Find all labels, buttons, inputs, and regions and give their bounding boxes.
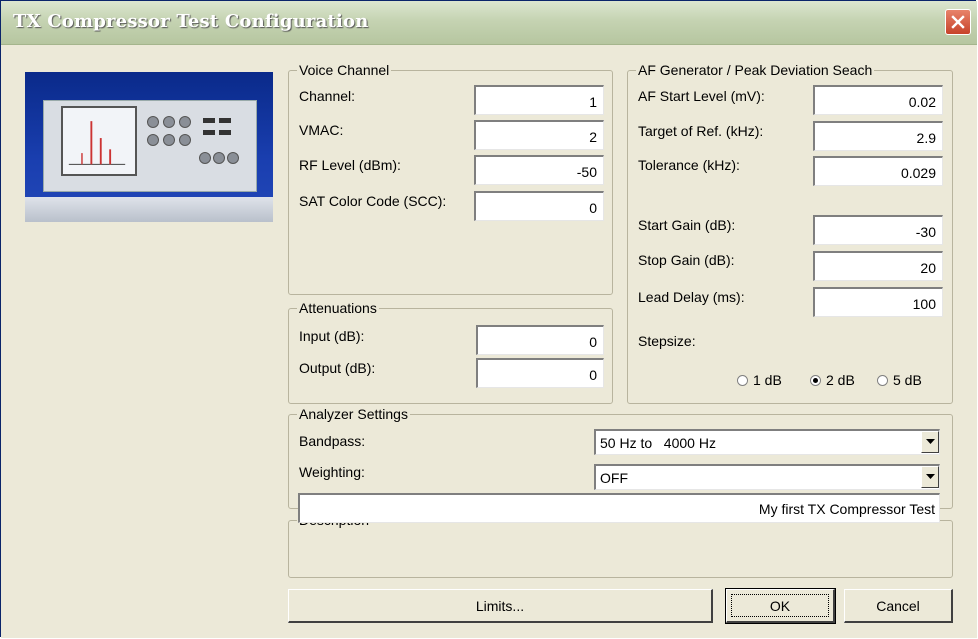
sat-color-code-field[interactable]: 0	[474, 191, 604, 221]
af-generator-legend: AF Generator / Peak Deviation Seach	[638, 62, 873, 78]
lead-delay-field[interactable]: 100	[813, 287, 943, 317]
sat-color-code-label: SAT Color Code (SCC):	[299, 193, 447, 209]
rf-level-label: RF Level (dBm):	[299, 157, 401, 173]
weighting-label: Weighting:	[299, 464, 365, 480]
bandpass-value: 50 Hz to 4000 Hz	[600, 435, 716, 451]
weighting-value: OFF	[600, 470, 628, 486]
radio-checked-icon	[810, 374, 821, 386]
weighting-dropdown-button[interactable]	[921, 466, 939, 488]
instrument-image	[25, 72, 273, 222]
stepsize-label: Stepsize:	[638, 333, 696, 349]
chevron-down-icon	[925, 439, 935, 444]
stepsize-5db-radio[interactable]: 5 dB	[877, 372, 922, 388]
dialog-body: Voice Channel Channel: 1 VMAC: 2 RF Leve…	[1, 45, 977, 638]
radio-unchecked-icon	[737, 374, 748, 386]
stop-gain-field[interactable]: 20	[813, 251, 943, 281]
description-field[interactable]: My first TX Compressor Test	[298, 493, 940, 523]
instrument-stand	[25, 197, 273, 222]
lead-delay-label: Lead Delay (ms):	[638, 289, 745, 305]
bandpass-dropdown-button[interactable]	[921, 431, 939, 453]
stop-gain-label: Stop Gain (dB):	[638, 252, 735, 268]
output-attenuation-label: Output (dB):	[299, 360, 376, 376]
input-attenuation-label: Input (dB):	[299, 328, 365, 344]
channel-field[interactable]: 1	[474, 85, 604, 115]
chevron-down-icon	[925, 474, 935, 479]
vmac-label: VMAC:	[299, 122, 344, 138]
rf-level-field[interactable]: -50	[474, 155, 604, 185]
voice-channel-legend: Voice Channel	[299, 62, 390, 78]
target-of-ref-label: Target of Ref. (kHz):	[638, 123, 764, 139]
radio-unchecked-icon	[877, 374, 888, 386]
focus-rectangle	[731, 594, 829, 617]
limits-button[interactable]: Limits...	[288, 589, 713, 623]
channel-label: Channel:	[299, 88, 356, 104]
dialog-window: TX Compressor Test Configuration Voice C…	[0, 0, 977, 638]
cancel-button[interactable]: Cancel	[844, 589, 953, 623]
weighting-select[interactable]: OFF	[594, 464, 940, 490]
stepsize-1db-radio[interactable]: 1 dB	[737, 372, 782, 388]
start-gain-label: Start Gain (dB):	[638, 217, 736, 233]
stepsize-2db-label: 2 dB	[826, 372, 855, 388]
close-icon	[951, 15, 965, 29]
stepsize-5db-label: 5 dB	[893, 372, 922, 388]
output-attenuation-field[interactable]: 0	[476, 358, 604, 388]
instrument-screen	[61, 106, 137, 176]
vmac-field[interactable]: 2	[474, 120, 604, 150]
bandpass-label: Bandpass:	[299, 433, 366, 449]
ok-button[interactable]: OK	[725, 588, 836, 624]
bandpass-select[interactable]: 50 Hz to 4000 Hz	[594, 429, 940, 455]
title-bar[interactable]: TX Compressor Test Configuration	[1, 1, 977, 45]
stepsize-1db-label: 1 dB	[753, 372, 782, 388]
start-gain-field[interactable]: -30	[813, 215, 943, 245]
analyzer-settings-legend: Analyzer Settings	[299, 406, 408, 422]
af-start-level-field[interactable]: 0.02	[813, 85, 943, 115]
stepsize-2db-radio[interactable]: 2 dB	[810, 372, 855, 388]
instrument-controls	[143, 112, 243, 172]
target-of-ref-field[interactable]: 2.9	[813, 121, 943, 151]
tolerance-label: Tolerance (kHz):	[638, 157, 740, 173]
window-title: TX Compressor Test Configuration	[13, 11, 369, 32]
close-button[interactable]	[945, 9, 971, 35]
tolerance-field[interactable]: 0.029	[813, 156, 943, 186]
af-start-level-label: AF Start Level (mV):	[638, 88, 765, 104]
input-attenuation-field[interactable]: 0	[476, 325, 604, 355]
attenuations-legend: Attenuations	[299, 300, 377, 316]
